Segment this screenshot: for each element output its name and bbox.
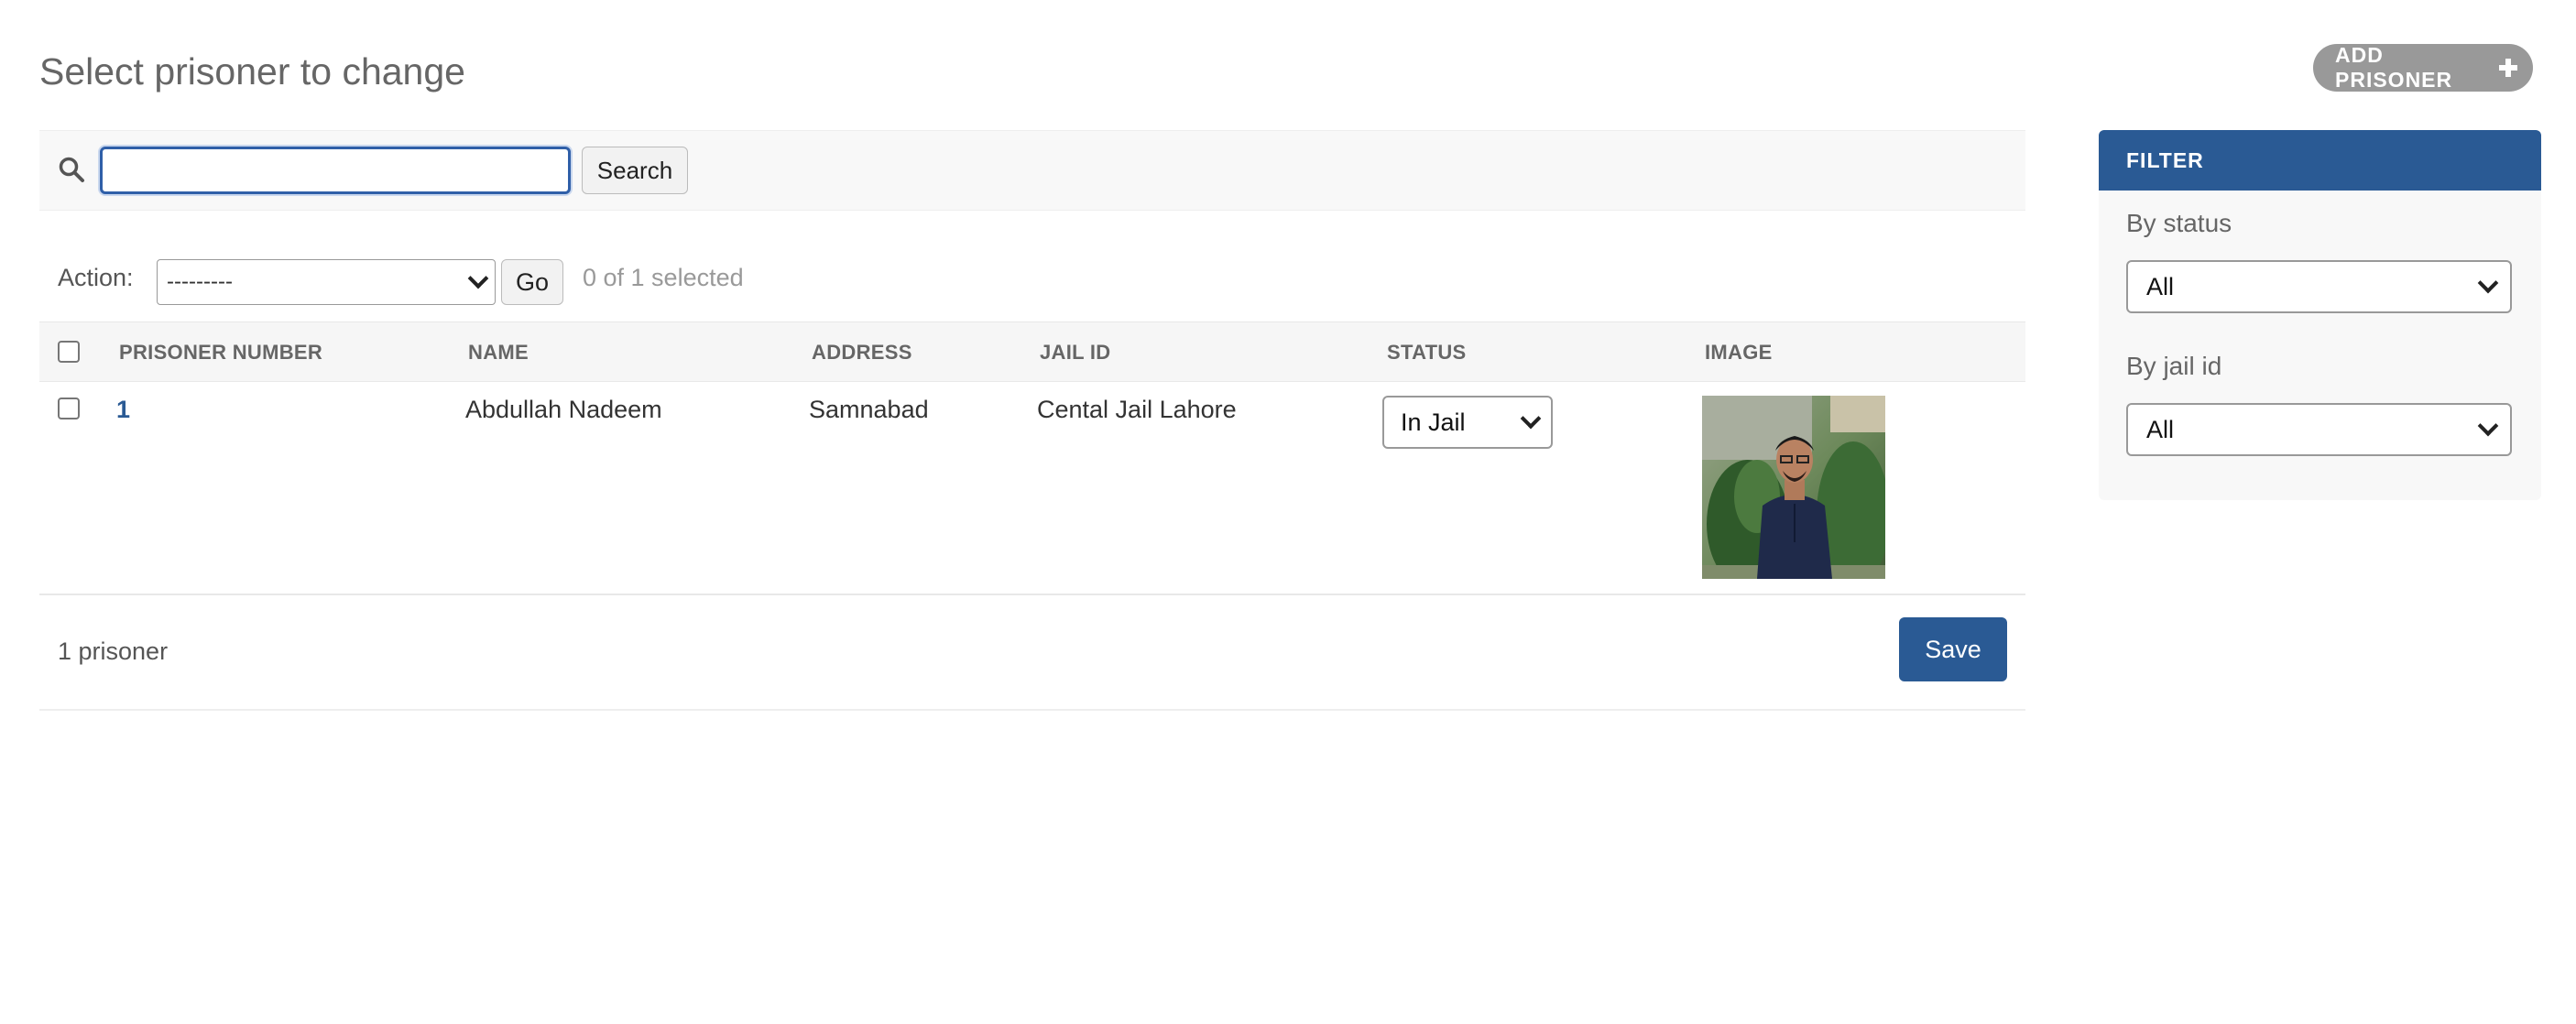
prisoner-name: Abdullah Nadeem: [465, 396, 662, 423]
search-icon: [59, 157, 84, 182]
action-selected-value: ---------: [167, 269, 233, 294]
search-button[interactable]: Search: [582, 147, 688, 194]
chevron-down-icon: [2477, 415, 2499, 437]
column-header-jail-id[interactable]: JAIL ID: [1040, 341, 1111, 365]
filter-by-status-label: By status: [2126, 209, 2232, 237]
prisoner-photo: [1702, 396, 1885, 579]
filter-by-jail-id-value: All: [2146, 415, 2175, 443]
column-header-name[interactable]: NAME: [468, 341, 529, 365]
prisoner-number-link[interactable]: 1: [116, 396, 130, 424]
table-header: PRISONER NUMBER NAME ADDRESS JAIL ID STA…: [39, 321, 2025, 382]
result-count: 1 prisoner: [58, 637, 169, 665]
prisoner-address: Samnabad: [809, 396, 929, 423]
changelist-page: Select prisoner to change ADD PRISONER S…: [0, 0, 2576, 1024]
column-header-status[interactable]: STATUS: [1387, 341, 1467, 365]
filter-by-status-value: All: [2146, 272, 2175, 300]
filter-by-jail-id-label: By jail id: [2126, 352, 2222, 380]
chevron-down-icon: [2477, 272, 2499, 294]
column-header-image: IMAGE: [1705, 341, 1773, 364]
chevron-down-icon: [1520, 408, 1542, 430]
save-button[interactable]: Save: [1899, 617, 2007, 681]
row-select-checkbox[interactable]: [58, 398, 80, 419]
filter-sidebar: FILTER By status All By jail id All: [2099, 130, 2541, 500]
prisoner-jail-id: Cental Jail Lahore: [1037, 396, 1237, 423]
changelist-footer: 1 prisoner Save: [39, 595, 2025, 711]
page-title: Select prisoner to change: [39, 50, 465, 93]
changelist: Search Action: --------- Go 0 of 1 selec…: [39, 130, 2025, 711]
search-toolbar: Search: [39, 130, 2025, 211]
add-prisoner-label: ADD PRISONER: [2335, 43, 2453, 92]
action-label: Action:: [58, 264, 134, 291]
search-input[interactable]: [100, 147, 571, 194]
result-table: PRISONER NUMBER NAME ADDRESS JAIL ID STA…: [39, 321, 2025, 711]
go-button[interactable]: Go: [501, 259, 563, 305]
add-prisoner-button[interactable]: ADD PRISONER: [2313, 43, 2533, 92]
table-row: 1 Abdullah Nadeem Samnabad Cental Jail L…: [39, 382, 2025, 595]
selection-counter: 0 of 1 selected: [583, 264, 744, 291]
column-header-prisoner-number[interactable]: PRISONER NUMBER: [119, 341, 322, 365]
status-selected-value: In Jail: [1401, 408, 1466, 436]
filter-by-jail-id-select[interactable]: All: [2126, 403, 2512, 456]
prisoner-photo-image: [1702, 396, 1885, 579]
status-select[interactable]: In Jail: [1382, 396, 1553, 449]
filter-title: FILTER: [2099, 130, 2541, 191]
filter-by-status-select[interactable]: All: [2126, 260, 2512, 313]
column-header-address[interactable]: ADDRESS: [812, 341, 912, 365]
action-select[interactable]: ---------: [157, 259, 496, 305]
select-all-checkbox[interactable]: [58, 341, 80, 363]
plus-icon: [2498, 59, 2518, 77]
chevron-down-icon: [467, 267, 489, 289]
